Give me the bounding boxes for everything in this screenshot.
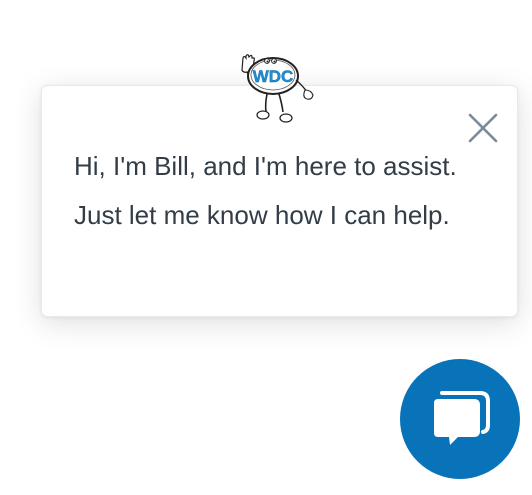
close-button[interactable]: [467, 112, 499, 144]
chat-launcher-button[interactable]: [400, 359, 520, 479]
greeting-message: Hi, I'm Bill, and I'm here to assist. Ju…: [74, 151, 457, 230]
mascot-logo-text: WDC: [253, 67, 294, 86]
close-icon: [468, 113, 498, 143]
chat-bubbles-icon: [434, 391, 490, 445]
page: Hi, I'm Bill, and I'm here to assist. Ju…: [0, 0, 532, 495]
mascot-avatar: WDC: [233, 52, 323, 126]
